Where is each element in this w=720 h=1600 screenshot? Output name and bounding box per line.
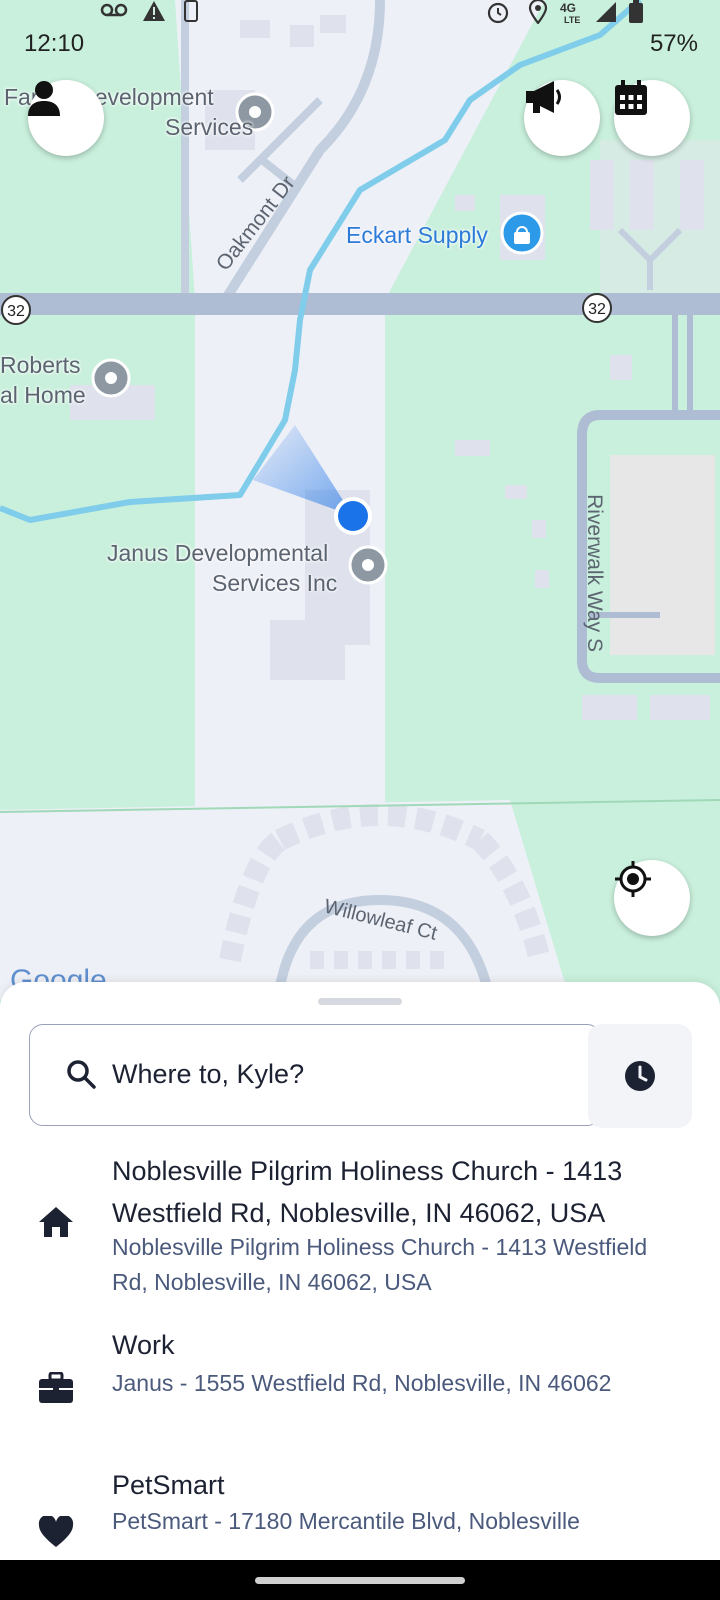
recenter-button[interactable] xyxy=(614,860,690,936)
heart-icon xyxy=(38,1516,74,1547)
poi-roberts-line2[interactable]: al Home xyxy=(0,380,86,410)
announcements-button[interactable] xyxy=(524,80,600,156)
poi-janus-line1[interactable]: Janus Developmental xyxy=(107,538,328,568)
search-icon xyxy=(67,1060,96,1089)
saved-place-favorite[interactable]: PetSmart PetSmart - 17180 Mercantile Blv… xyxy=(0,1464,720,1560)
route-shield-right: 32 xyxy=(588,301,606,318)
voicemail-icon xyxy=(100,3,128,17)
saved-place-address: Noblesville Pilgrim Holiness Church - 14… xyxy=(112,1234,648,1295)
saved-place-home[interactable]: Noblesville Pilgrim Holiness Church - 14… xyxy=(0,1150,720,1300)
saved-place-address: PetSmart - 17180 Mercantile Blvd, Nobles… xyxy=(112,1508,580,1534)
phone-status-icon xyxy=(184,0,198,22)
poi-roberts-line1[interactable]: Roberts xyxy=(0,350,81,380)
lte-icon: 4GLTE xyxy=(560,1,580,24)
status-bar: 12:10 4G LTE 57% xyxy=(0,0,720,90)
status-time: 12:10 xyxy=(24,30,85,57)
home-gesture-pill[interactable] xyxy=(255,1577,465,1584)
person-icon xyxy=(28,81,60,116)
location-status-icon xyxy=(528,0,548,24)
saved-place-title: Work xyxy=(112,1330,175,1360)
locate-icon xyxy=(615,861,651,897)
home-icon xyxy=(39,1207,73,1237)
saved-place-address: Janus - 1555 Westfield Rd, Noblesville, … xyxy=(112,1370,612,1396)
megaphone-icon xyxy=(526,81,561,113)
search-placeholder: Where to, Kyle? xyxy=(112,1059,305,1089)
system-nav-bar xyxy=(0,1560,720,1600)
saved-place-title: Noblesville Pilgrim Holiness Church - 14… xyxy=(112,1156,623,1228)
sheet-drag-handle[interactable] xyxy=(318,998,402,1005)
map-canvas: Oakmont Dr Riverwalk Way S Willowleaf Ct… xyxy=(0,0,720,1000)
profile-button[interactable] xyxy=(28,80,104,156)
saved-place-work[interactable]: Work Janus - 1555 Westfield Rd, Noblesvi… xyxy=(0,1324,720,1434)
map-view[interactable]: Oakmont Dr Riverwalk Way S Willowleaf Ct… xyxy=(0,0,720,1000)
warning-icon xyxy=(143,1,165,21)
briefcase-icon xyxy=(39,1372,73,1403)
calendar-button[interactable] xyxy=(614,80,690,156)
battery-percent: 57% xyxy=(649,30,698,57)
clock-icon xyxy=(625,1061,655,1091)
route-shield-left: 32 xyxy=(7,303,25,320)
poi-janus-line2[interactable]: Services Inc xyxy=(212,568,337,598)
riverwalk-label: Riverwalk Way S xyxy=(583,494,606,652)
search-input[interactable]: Where to, Kyle? xyxy=(29,1024,601,1126)
battery-icon xyxy=(629,0,643,23)
history-button[interactable] xyxy=(588,1024,692,1128)
svg-text:4G: 4G xyxy=(560,1,576,15)
alarm-icon xyxy=(487,2,509,24)
poi-eckart-supply[interactable]: Eckart Supply xyxy=(346,220,488,250)
saved-place-title: PetSmart xyxy=(112,1470,225,1500)
calendar-icon xyxy=(615,80,647,115)
signal-icon xyxy=(596,2,616,22)
poi-family-dev-line2[interactable]: Services xyxy=(165,112,253,142)
bottom-sheet[interactable]: Where to, Kyle? Noblesville Pilgrim Holi… xyxy=(0,982,720,1560)
svg-text:LTE: LTE xyxy=(564,15,580,24)
